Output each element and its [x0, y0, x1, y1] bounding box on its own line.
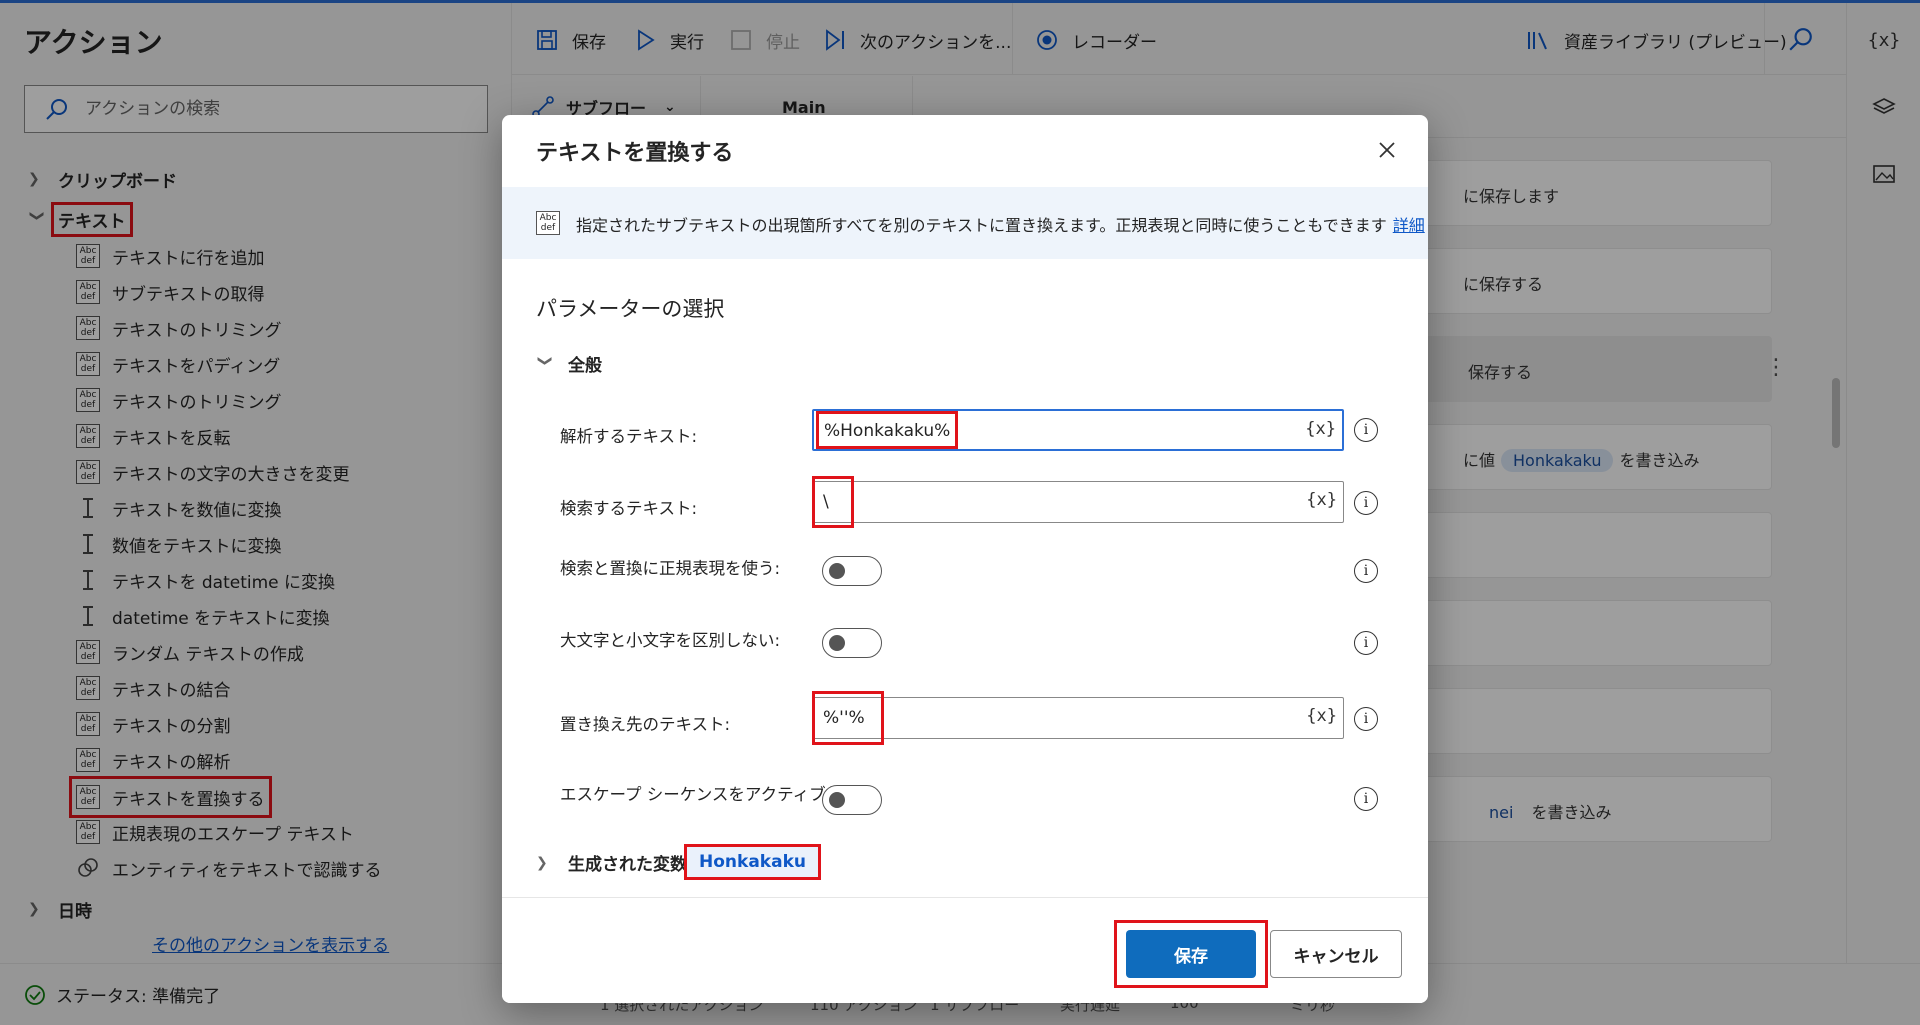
dialog-footer: 保存 キャンセル: [502, 897, 1428, 1003]
section-title: パラメーターの選択: [536, 297, 725, 321]
param-label: エスケープ シーケンスをアクティブ化:: [560, 785, 848, 804]
info-banner: Abc def 指定されたサブテキストの出現箇所すべてを別のテキストに置き換えます…: [502, 187, 1428, 259]
generated-variables-toggle[interactable]: ❯ 生成された変数: [536, 850, 687, 876]
replace-with-input[interactable]: [823, 706, 1273, 730]
variable-picker-button[interactable]: {x}: [1306, 490, 1337, 510]
generated-variable-chip[interactable]: Honkakaku: [684, 844, 821, 880]
details-link[interactable]: 詳細: [1393, 216, 1425, 235]
param-label: 解析するテキスト:: [560, 427, 698, 446]
info-icon[interactable]: i: [1354, 631, 1378, 655]
use-regex-toggle[interactable]: [822, 556, 882, 586]
param-label: 検索するテキスト:: [560, 499, 698, 518]
close-button[interactable]: [1370, 133, 1404, 167]
abc-def-icon: Abc def: [536, 211, 560, 235]
variable-picker-button[interactable]: {x}: [1305, 419, 1336, 439]
save-button[interactable]: 保存: [1126, 930, 1256, 978]
replace-text-dialog: テキストを置換する Abc def 指定されたサブテキストの出現箇所すべてを別のテ…: [502, 115, 1428, 1003]
toggle-knob: [829, 792, 845, 808]
escape-sequences-toggle[interactable]: [822, 785, 882, 815]
subsection-label: 全般: [568, 356, 602, 376]
replace-with-field[interactable]: {x}: [812, 697, 1344, 739]
param-label: 検索と置換に正規表現を使う:: [560, 559, 781, 578]
info-icon[interactable]: i: [1354, 559, 1378, 583]
param-label: 大文字と小文字を区別しない:: [560, 631, 781, 650]
cancel-button[interactable]: キャンセル: [1270, 930, 1402, 978]
general-section-toggle[interactable]: ❯ 全般: [536, 351, 602, 377]
info-icon[interactable]: i: [1354, 787, 1378, 811]
text-to-find-field[interactable]: {x}: [812, 481, 1344, 523]
text-to-find-input[interactable]: [823, 490, 1273, 514]
close-icon: [1379, 142, 1395, 158]
toggle-knob: [829, 635, 845, 651]
dialog-title: テキストを置換する: [536, 141, 734, 166]
toggle-knob: [829, 563, 845, 579]
variable-picker-button[interactable]: {x}: [1306, 706, 1337, 726]
chevron-down-icon: ❯: [537, 354, 553, 367]
param-label: 置き換え先のテキスト:: [560, 715, 731, 734]
text-to-parse-field[interactable]: {x}: [812, 409, 1344, 451]
info-icon[interactable]: i: [1354, 418, 1378, 442]
dialog-description: 指定されたサブテキストの出現箇所すべてを別のテキストに置き換えます。正規表現と同…: [576, 216, 1425, 235]
text-to-parse-input[interactable]: [824, 419, 1274, 443]
generated-variables-label: 生成された変数: [568, 855, 687, 875]
info-icon[interactable]: i: [1354, 491, 1378, 515]
info-icon[interactable]: i: [1354, 707, 1378, 731]
chevron-right-icon: ❯: [536, 854, 548, 871]
ignore-case-toggle[interactable]: [822, 628, 882, 658]
